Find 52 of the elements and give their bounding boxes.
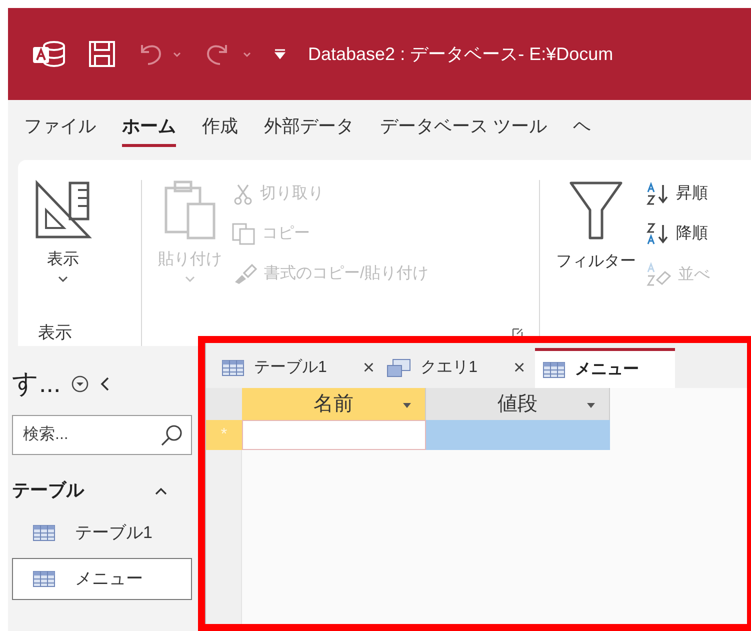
search-field[interactable]: 検索...: [12, 415, 192, 455]
database-app-icon: [32, 40, 66, 68]
column-header[interactable]: 値段: [426, 388, 610, 420]
ribbon-button[interactable]: フィルター: [556, 180, 636, 274]
customize-toolbar-icon[interactable]: [274, 48, 286, 60]
nav-item[interactable]: テーブル1: [12, 512, 192, 554]
table-icon: [543, 362, 566, 378]
sort-descending-icon: [646, 222, 670, 246]
filter-icon: [568, 180, 624, 242]
document-tab[interactable]: テーブル1 ×: [220, 348, 385, 388]
ruler-triangle-icon: [34, 180, 92, 240]
nav-pane-title: す...: [12, 367, 61, 400]
ribbon-tab[interactable]: ヘ: [573, 113, 592, 147]
copy-icon: [232, 223, 256, 245]
query-icon: [386, 359, 411, 377]
dropdown-arrow-icon[interactable]: [403, 403, 411, 408]
ribbon-command[interactable]: 降順: [646, 222, 710, 246]
nav-item[interactable]: メニュー: [12, 558, 192, 600]
close-tab-button[interactable]: ×: [514, 353, 526, 383]
document-tab[interactable]: クエリ1 ×: [384, 348, 536, 388]
save-icon[interactable]: [88, 40, 116, 68]
section-header: テーブル: [12, 479, 84, 502]
group-label: 表示: [38, 322, 72, 344]
table-cell[interactable]: [426, 420, 610, 450]
sort-ascending-icon: [646, 182, 670, 206]
table-cell[interactable]: [242, 420, 426, 450]
search-icon: [160, 423, 184, 447]
column-header[interactable]: 名前: [242, 388, 426, 420]
ribbon-tab[interactable]: ホーム: [122, 113, 176, 147]
ribbon-button[interactable]: 表示: [34, 180, 92, 282]
window-title: Database2 : データベース- E:¥Docum: [308, 42, 614, 66]
dropdown-circle-icon[interactable]: [70, 374, 89, 392]
chevron-down-icon: [58, 276, 68, 282]
chevron-up-icon[interactable]: [154, 486, 168, 496]
table-icon: [222, 360, 244, 376]
chevron-down-icon: [185, 276, 195, 282]
redo-icon[interactable]: [204, 42, 252, 66]
undo-icon[interactable]: [138, 42, 182, 66]
ribbon-tab[interactable]: 外部データ: [264, 113, 354, 147]
document-tab[interactable]: メニュー: [535, 348, 676, 388]
clipboard-icon: [164, 180, 216, 240]
ribbon-tab[interactable]: 作成: [202, 113, 238, 147]
ribbon-tab[interactable]: ファイル: [24, 113, 96, 147]
table-icon: [33, 525, 55, 541]
close-tab-button[interactable]: ×: [362, 353, 375, 383]
collapse-chevron-icon[interactable]: [98, 376, 111, 392]
ribbon-command[interactable]: 昇順: [646, 182, 710, 206]
scissors-icon: [232, 183, 254, 205]
sort-eraser-icon: [646, 262, 672, 288]
ribbon-tab[interactable]: データベース ツール: [380, 113, 548, 147]
table-icon: [33, 571, 55, 587]
dropdown-arrow-icon[interactable]: [587, 403, 595, 408]
